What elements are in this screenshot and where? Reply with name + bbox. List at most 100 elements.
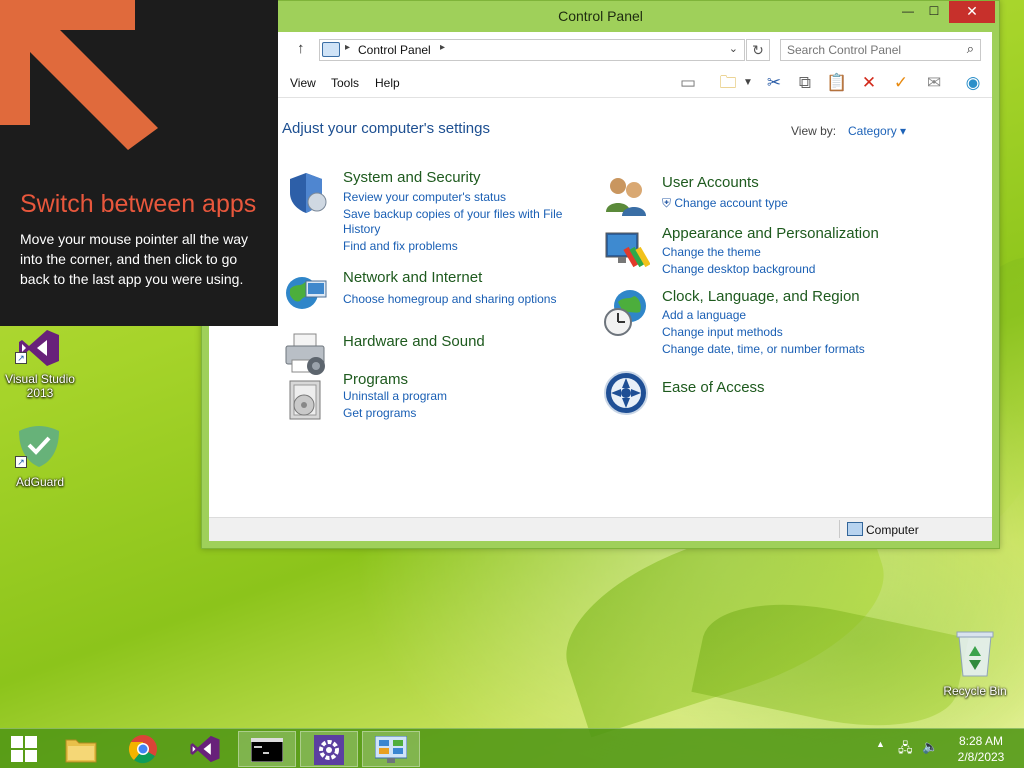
menu-tools[interactable]: Tools (331, 76, 359, 90)
window-title: Control Panel (558, 8, 643, 24)
paste-icon[interactable]: 📋 (825, 72, 849, 94)
category-title[interactable]: System and Security (343, 169, 481, 186)
taskbar-control-panel[interactable] (362, 731, 420, 767)
gear-icon (314, 735, 344, 765)
maximize-button[interactable]: ☐ (921, 1, 947, 23)
breadcrumb-chevron-icon[interactable]: ▸ (440, 42, 445, 53)
monitor-paint-icon[interactable] (602, 225, 650, 273)
shortcut-arrow-icon: ↗ (15, 352, 27, 364)
close-button[interactable]: ✕ (949, 1, 995, 23)
layout-icon[interactable]: ▭ (676, 72, 700, 94)
title-bar[interactable]: Control Panel — ☐ ✕ (202, 1, 999, 31)
link-homegroup-sharing[interactable]: Choose homegroup and sharing options (343, 292, 556, 306)
taskbar-command-prompt[interactable] (238, 731, 296, 767)
show-hidden-icons-button[interactable]: ▲ (876, 739, 885, 749)
category-title[interactable]: Clock, Language, and Region (662, 288, 860, 305)
link-change-input-methods[interactable]: Change input methods (662, 325, 783, 339)
arrow-up-left-icon (0, 0, 158, 150)
taskbar-chrome[interactable] (114, 731, 172, 767)
desktop-label: AdGuard (15, 475, 65, 489)
link-backup-file-history[interactable]: Save backup copies of your files with Fi… (343, 207, 562, 221)
view-by-dropdown[interactable]: Category ▾ (848, 124, 906, 138)
category-title[interactable]: Ease of Access (662, 379, 765, 396)
start-button[interactable] (0, 731, 50, 767)
desktop-label: 2013 (26, 386, 54, 400)
shortcut-arrow-icon: ↗ (15, 456, 27, 468)
chevron-down-icon[interactable]: ▼ (736, 72, 760, 94)
link-add-language[interactable]: Add a language (662, 308, 746, 322)
email-icon[interactable]: ✉ (922, 72, 946, 94)
uac-shield-icon: ⛨ (662, 196, 672, 210)
status-divider (839, 520, 840, 538)
category-title[interactable]: Hardware and Sound (343, 333, 485, 350)
ease-of-access-icon[interactable] (602, 369, 650, 417)
tip-body: Move your mouse pointer all the way into… (20, 231, 248, 287)
link-change-date-time-formats[interactable]: Change date, time, or number formats (662, 342, 865, 356)
search-box[interactable]: ⌕ (780, 39, 981, 61)
taskbar-settings[interactable] (300, 731, 358, 767)
menu-view[interactable]: View (290, 76, 316, 90)
link-review-status[interactable]: Review your computer's status (343, 190, 506, 204)
switch-apps-tip: Switch between apps Move your mouse poin… (0, 0, 278, 326)
address-toolbar: ↑ ▸ Control Panel ▸ ⌄ ↻ ⌕ (209, 32, 992, 67)
control-panel-icon (322, 42, 340, 57)
users-icon[interactable] (602, 172, 650, 220)
menu-bar: View Tools Help ▭ 🗀 ▼ ✂ ⧉ 📋 ✕ ✓ ✉ ◉ (209, 68, 992, 98)
shield-icon[interactable] (282, 169, 330, 217)
view-by-value: Category (848, 124, 897, 138)
control-panel-icon (375, 736, 407, 763)
check-icon[interactable]: ✓ (889, 72, 913, 94)
network-globe-icon[interactable] (282, 269, 330, 317)
desktop-label: Recycle Bin (943, 684, 1007, 698)
cut-icon[interactable]: ✂ (762, 72, 786, 94)
up-arrow-icon[interactable]: ↑ (297, 40, 305, 57)
delete-icon[interactable]: ✕ (857, 72, 881, 94)
globe-icon[interactable]: ◉ (961, 72, 985, 94)
chevron-down-icon[interactable]: ⌄ (729, 42, 738, 55)
taskbar-file-explorer[interactable] (52, 731, 110, 767)
link-get-programs[interactable]: Get programs (343, 406, 416, 420)
category-title[interactable]: Programs (343, 371, 408, 388)
breadcrumb-chevron-icon[interactable]: ▸ (345, 42, 350, 53)
taskbar: ▲ 🖧 🔈 8:28 AM 2/8/2023 (0, 728, 1024, 768)
link-change-desktop-background[interactable]: Change desktop background (662, 262, 815, 276)
volume-icon[interactable]: 🔈 (922, 739, 938, 755)
command-prompt-icon (251, 738, 283, 762)
link-label: Change account type (674, 196, 788, 210)
windows-logo-icon (11, 736, 37, 762)
page-title: Adjust your computer's settings (282, 120, 490, 137)
category-title[interactable]: Appearance and Personalization (662, 225, 879, 242)
category-title[interactable]: Network and Internet (343, 269, 482, 286)
network-icon[interactable]: 🖧 (898, 739, 913, 761)
programs-box-icon[interactable] (282, 375, 330, 423)
minimize-button[interactable]: — (895, 1, 921, 23)
desktop-label: Visual Studio (5, 372, 75, 386)
link-find-fix-problems[interactable]: Find and fix problems (343, 239, 458, 253)
search-input[interactable] (787, 42, 957, 58)
computer-icon (847, 522, 863, 536)
link-backup-file-history-cont[interactable]: History (343, 222, 380, 236)
taskbar-visual-studio[interactable] (176, 731, 234, 767)
link-uninstall-program[interactable]: Uninstall a program (343, 389, 447, 403)
recycle-bin-icon (956, 631, 994, 677)
link-change-account-type[interactable]: ⛨ Change account type (662, 196, 788, 211)
search-icon[interactable]: ⌕ (967, 41, 974, 57)
address-bar[interactable]: ▸ Control Panel ▸ ⌄ (319, 39, 745, 61)
view-by-label: View by: (791, 124, 837, 138)
menu-help[interactable]: Help (375, 76, 400, 90)
tip-title: Switch between apps (20, 190, 257, 218)
breadcrumb-control-panel[interactable]: Control Panel (358, 43, 431, 57)
chrome-icon (128, 735, 157, 764)
copy-icon[interactable]: ⧉ (793, 72, 817, 94)
status-bar: Computer (209, 517, 992, 541)
printer-icon[interactable] (282, 330, 330, 378)
window-client-area: ↑ ▸ Control Panel ▸ ⌄ ↻ ⌕ View Tools Hel… (209, 32, 992, 541)
clock-date[interactable]: 2/8/2023 (946, 750, 1016, 764)
clock-time[interactable]: 8:28 AM (946, 734, 1016, 748)
refresh-button[interactable]: ↻ (746, 39, 770, 61)
folder-icon (65, 739, 97, 763)
category-title[interactable]: User Accounts (662, 174, 759, 191)
clock-globe-icon[interactable] (602, 288, 650, 336)
link-change-theme[interactable]: Change the theme (662, 245, 761, 259)
status-location: Computer (866, 523, 919, 537)
